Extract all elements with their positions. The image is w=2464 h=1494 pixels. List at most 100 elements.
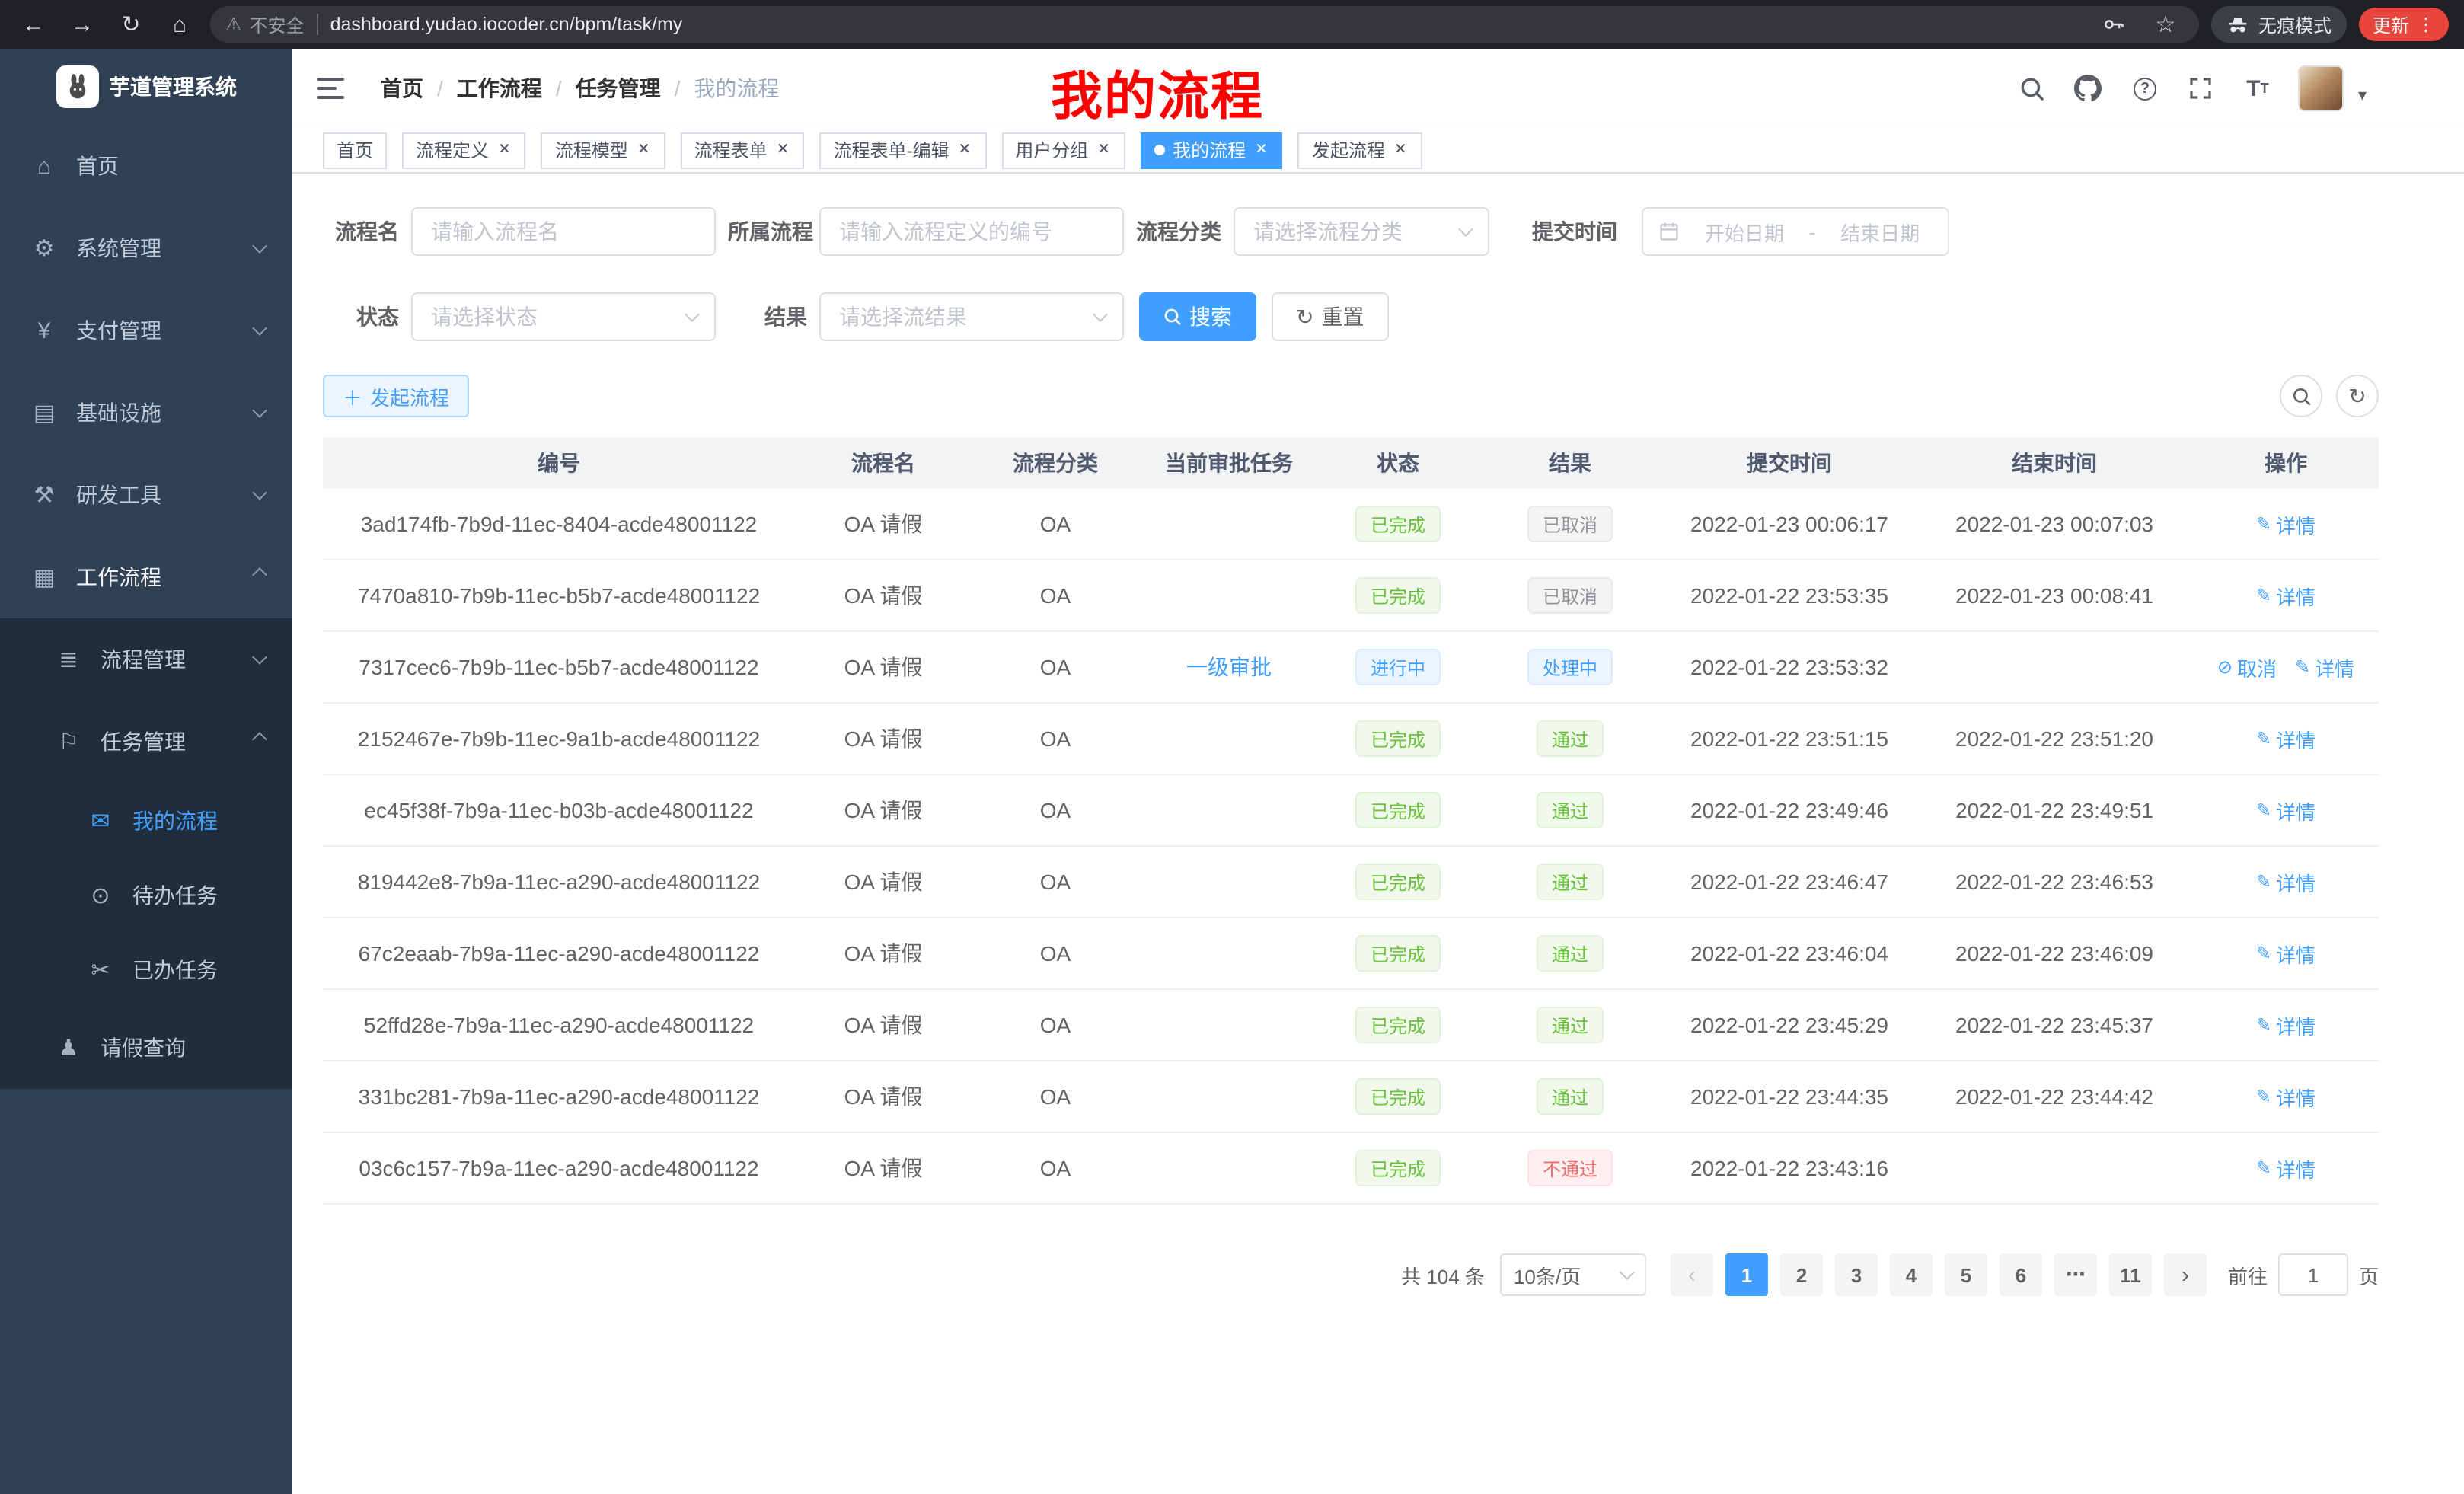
close-icon[interactable]: ✕ [1393, 141, 1409, 159]
back-icon[interactable]: ← [15, 6, 52, 43]
sidebar-item-done-tasks[interactable]: ✂ 已办任务 [0, 932, 292, 1007]
category-select[interactable]: 请选择流程分类 [1234, 207, 1489, 256]
start-process-button[interactable]: ＋ 发起流程 [323, 375, 469, 417]
sidebar-item-system[interactable]: ⚙ 系统管理 [0, 207, 292, 289]
more-pages-button[interactable]: ⋯ [2054, 1253, 2097, 1296]
detail-link[interactable]: ✎详情 [2256, 724, 2316, 753]
page-button-6[interactable]: 6 [2000, 1253, 2042, 1296]
page-button-3[interactable]: 3 [1835, 1253, 1878, 1296]
tab-home[interactable]: 首页 [323, 132, 387, 168]
tab-my-process[interactable]: 我的流程✕ [1141, 132, 1283, 168]
url-text[interactable]: dashboard.yudao.iocoder.cn/bpm/task/my [330, 14, 2083, 35]
close-icon[interactable]: ✕ [956, 141, 972, 159]
close-icon[interactable]: ✕ [1253, 141, 1269, 159]
update-button[interactable]: 更新 ⋮ [2359, 8, 2449, 41]
tab-process-model[interactable]: 流程模型✕ [541, 132, 665, 168]
table-row: 331bc281-7b9a-11ec-a290-acde48001122 OA … [323, 1061, 2379, 1133]
update-label: 更新 [2373, 11, 2409, 37]
sidebar-item-payment[interactable]: ¥ 支付管理 [0, 289, 292, 372]
result-select[interactable]: 请选择流结果 [819, 292, 1124, 341]
breadcrumb-workflow[interactable]: 工作流程 [457, 73, 542, 104]
caret-down-icon[interactable]: ▾ [2358, 85, 2367, 111]
detail-link[interactable]: ✎详情 [2256, 796, 2316, 825]
key-icon[interactable] [2095, 6, 2132, 43]
result-badge: 通过 [1537, 1078, 1604, 1115]
sidebar-item-process-management[interactable]: ≣ 流程管理 [0, 618, 292, 701]
result-label: 结果 [728, 302, 819, 332]
font-size-icon[interactable]: TT [2242, 73, 2273, 104]
detail-link[interactable]: ✎详情 [2295, 653, 2354, 682]
close-icon[interactable]: ✕ [496, 141, 512, 159]
chevron-down-icon [252, 485, 267, 500]
sidebar-item-task-management[interactable]: ⚐ 任务管理 [0, 701, 292, 783]
star-icon[interactable]: ☆ [2147, 6, 2184, 43]
page-button-1[interactable]: 1 [1725, 1253, 1768, 1296]
detail-link[interactable]: ✎详情 [2256, 867, 2316, 896]
forward-icon[interactable]: → [64, 6, 101, 43]
result-badge: 通过 [1537, 935, 1604, 972]
detail-link[interactable]: ✎详情 [2256, 1010, 2316, 1039]
edit-icon: ✎ [2256, 1086, 2271, 1107]
prev-page-button[interactable]: ‹ [1671, 1253, 1713, 1296]
list-icon: ≣ [55, 646, 82, 673]
detail-link[interactable]: ✎详情 [2256, 581, 2316, 610]
app-logo-row[interactable]: 芋道管理系统 [0, 49, 292, 125]
close-icon[interactable]: ✕ [1096, 141, 1112, 159]
goto-page-input[interactable] [2278, 1253, 2348, 1296]
total-count: 共 104 条 [1401, 1260, 1485, 1289]
cell-process-id: 331bc281-7b9a-11ec-a290-acde48001122 [323, 1061, 795, 1133]
search-button[interactable]: 搜索 [1139, 292, 1256, 341]
breadcrumb-home[interactable]: 首页 [381, 73, 423, 104]
tab-start-process[interactable]: 发起流程✕ [1298, 132, 1422, 168]
refresh-table-button[interactable]: ↻ [2336, 375, 2379, 417]
cancel-link[interactable]: ⊘取消 [2217, 653, 2277, 682]
page-button-5[interactable]: 5 [1945, 1253, 1987, 1296]
tab-process-form-edit[interactable]: 流程表单-编辑✕ [819, 132, 986, 168]
help-icon[interactable]: ? [2130, 73, 2160, 104]
toggle-search-button[interactable] [2280, 375, 2322, 417]
sidebar-item-my-process[interactable]: ✉ 我的流程 [0, 783, 292, 857]
status-badge: 已完成 [1355, 864, 1441, 900]
sidebar-item-workflow[interactable]: ▦ 工作流程 [0, 536, 292, 618]
page-button-4[interactable]: 4 [1890, 1253, 1933, 1296]
status-select[interactable]: 请选择状态 [411, 292, 716, 341]
page-button-2[interactable]: 2 [1780, 1253, 1823, 1296]
reload-icon[interactable]: ↻ [113, 6, 149, 43]
page-button-11[interactable]: 11 [2109, 1253, 2152, 1296]
avatar[interactable] [2299, 65, 2344, 111]
hamburger-icon[interactable] [317, 73, 347, 104]
result-badge: 通过 [1537, 792, 1604, 828]
process-definition-input[interactable] [819, 207, 1124, 256]
sidebar-item-home[interactable]: ⌂ 首页 [0, 125, 292, 207]
detail-link[interactable]: ✎详情 [2256, 509, 2316, 538]
fullscreen-icon[interactable] [2186, 73, 2217, 104]
sidebar-item-devtools[interactable]: ⚒ 研发工具 [0, 454, 292, 536]
security-chip[interactable]: ⚠ 不安全 [225, 11, 305, 37]
process-name-input[interactable] [411, 207, 716, 256]
detail-link[interactable]: ✎详情 [2256, 1154, 2316, 1183]
sidebar-item-leave-query[interactable]: ♟ 请假查询 [0, 1007, 292, 1089]
edit-icon: ✎ [2256, 943, 2271, 964]
github-icon[interactable] [2073, 73, 2104, 104]
tab-process-form[interactable]: 流程表单✕ [681, 132, 805, 168]
detail-link[interactable]: ✎详情 [2256, 1082, 2316, 1111]
browser-menu-icon[interactable]: ⋮ [2417, 14, 2435, 35]
home-icon[interactable]: ⌂ [161, 6, 198, 43]
search-icon[interactable] [2017, 73, 2047, 104]
page-size-select[interactable]: 10条/页 [1500, 1253, 1646, 1296]
sidebar-item-infrastructure[interactable]: ▤ 基础设施 [0, 372, 292, 454]
tab-process-definition[interactable]: 流程定义✕ [402, 132, 526, 168]
close-icon[interactable]: ✕ [636, 141, 652, 159]
submit-time-range-picker[interactable]: 开始日期 - 结束日期 [1642, 207, 1949, 256]
reset-button[interactable]: ↻ 重置 [1272, 292, 1388, 341]
detail-link[interactable]: ✎详情 [2256, 939, 2316, 968]
current-task-link[interactable]: 一级审批 [1186, 652, 1272, 682]
next-page-button[interactable]: › [2164, 1253, 2207, 1296]
status-badge: 已完成 [1355, 577, 1441, 614]
breadcrumb-task-management[interactable]: 任务管理 [576, 73, 661, 104]
sidebar-item-todo-tasks[interactable]: ⊙ 待办任务 [0, 857, 292, 932]
result-badge: 已取消 [1527, 506, 1613, 542]
tab-user-group[interactable]: 用户分组✕ [1001, 132, 1125, 168]
close-icon[interactable]: ✕ [775, 141, 791, 159]
address-bar[interactable]: ⚠ 不安全 dashboard.yudao.iocoder.cn/bpm/tas… [210, 6, 2199, 43]
